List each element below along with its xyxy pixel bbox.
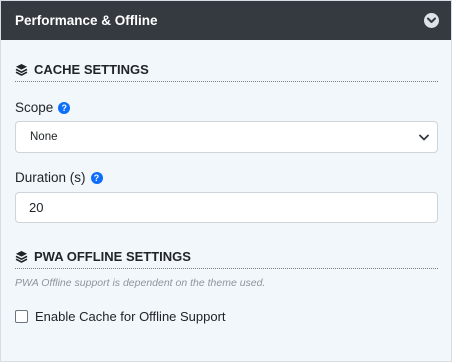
panel-title: Performance & Offline	[15, 13, 158, 28]
cache-settings-heading: CACHE SETTINGS	[15, 57, 436, 81]
panel-header[interactable]: Performance & Offline	[1, 1, 451, 40]
scope-selected-value: None	[30, 131, 58, 143]
section-divider	[15, 81, 438, 82]
layers-icon	[15, 63, 28, 76]
scope-select[interactable]: None	[15, 121, 438, 153]
chevron-down-icon	[419, 134, 429, 140]
panel-body: CACHE SETTINGS Scope ? None Duration (s)…	[1, 57, 451, 324]
chevron-down-circle-icon[interactable]	[424, 13, 439, 28]
duration-input[interactable]: 20	[15, 192, 438, 223]
enable-offline-cache-option[interactable]: Enable Cache for Offline Support	[15, 309, 436, 324]
question-circle-icon[interactable]: ?	[90, 171, 103, 184]
section-divider	[15, 268, 438, 269]
duration-label-row: Duration (s) ?	[15, 170, 436, 185]
enable-offline-cache-checkbox[interactable]	[15, 310, 28, 323]
question-circle-icon[interactable]: ?	[58, 101, 71, 114]
pwa-offline-settings-title: PWA OFFLINE SETTINGS	[34, 248, 191, 264]
pwa-offline-note: PWA Offline support is dependent on the …	[15, 277, 266, 289]
enable-offline-cache-label: Enable Cache for Offline Support	[35, 309, 226, 324]
chevron-down-icon	[427, 17, 436, 23]
pwa-offline-settings-heading: PWA OFFLINE SETTINGS	[15, 244, 436, 268]
layers-icon	[15, 250, 28, 263]
scope-label: Scope	[15, 100, 54, 115]
scope-label-row: Scope ?	[15, 100, 436, 115]
cache-settings-title: CACHE SETTINGS	[34, 61, 149, 77]
duration-value: 20	[29, 200, 44, 215]
performance-offline-panel: Performance & Offline CACHE SETTINGS Sco…	[0, 0, 452, 362]
duration-label: Duration (s)	[15, 170, 86, 185]
